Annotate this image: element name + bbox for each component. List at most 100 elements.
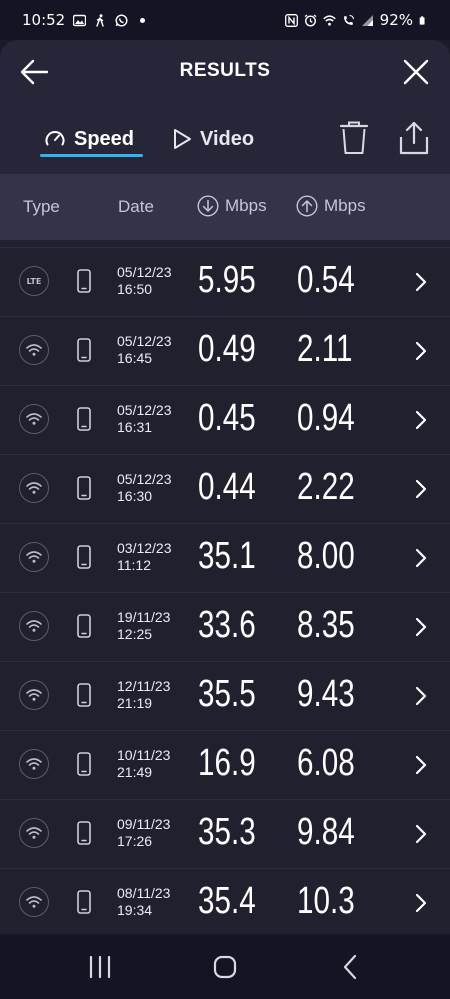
recents-icon[interactable]: [83, 950, 117, 984]
chevron-right-icon: [415, 824, 427, 844]
result-time: 16:30: [117, 488, 153, 504]
dot-icon: [140, 17, 146, 23]
tab-selected-indicator: [40, 154, 143, 157]
tab-bar: Speed Video: [0, 104, 450, 174]
tab-video[interactable]: Video: [172, 122, 254, 156]
result-datetime: 19/11/23 12:25: [117, 609, 170, 643]
download-speed: 35.1: [198, 535, 256, 577]
chevron-right-icon: [415, 272, 427, 292]
download-speed: 5.95: [198, 259, 256, 301]
upload-speed: 8.00: [297, 535, 355, 577]
result-time: 17:26: [117, 833, 153, 849]
connection-type-badge: [19, 749, 49, 779]
result-date: 05/12/23: [117, 471, 172, 487]
result-row[interactable]: 05/12/23 16:31 0.45 0.94: [0, 385, 450, 454]
lte-label: LTE: [26, 276, 42, 286]
download-speed: 0.44: [198, 466, 256, 508]
chevron-right-icon: [415, 341, 427, 361]
col-date-label: Date: [118, 197, 154, 216]
phone-icon: [77, 476, 91, 500]
wifi-icon: [26, 344, 42, 356]
upload-speed: 2.11: [297, 328, 353, 370]
result-time: 16:50: [117, 281, 153, 297]
download-arrow-icon: [197, 195, 219, 217]
result-row[interactable]: 05/12/23 16:30 0.44 2.22: [0, 454, 450, 523]
phone-icon: [77, 752, 91, 776]
connection-type-badge: [19, 473, 49, 503]
result-datetime: 03/12/23 11:12: [117, 540, 172, 574]
result-time: 21:19: [117, 695, 153, 711]
speedometer-icon: [45, 131, 65, 146]
connection-type-badge: [19, 404, 49, 434]
result-datetime: 10/11/23 21:49: [117, 747, 170, 781]
status-time: 10:52: [22, 11, 66, 29]
upload-speed: 0.54: [297, 259, 355, 301]
result-date: 19/11/23: [117, 609, 171, 625]
chevron-right-icon: [415, 410, 427, 430]
col-type-label: Type: [23, 197, 60, 216]
wifi-icon: [26, 413, 42, 425]
walk-icon: [96, 13, 104, 27]
result-row[interactable]: 10/11/23 21:49 16.9 6.08: [0, 730, 450, 799]
gallery-icon: [73, 14, 87, 26]
result-date: 12/11/23: [117, 678, 171, 694]
connection-type-badge: [19, 542, 49, 572]
results-list[interactable]: LTE 05/12/23 16:50 5.95 0.54 05/12/23 16:45 0.4…: [0, 240, 450, 934]
result-row[interactable]: 08/11/23 19:34 35.4 10.3: [0, 868, 450, 937]
phone-icon: [77, 269, 91, 293]
home-icon[interactable]: [208, 950, 242, 984]
download-speed: 33.6: [198, 604, 256, 646]
download-speed: 35.3: [198, 811, 256, 853]
wifi-icon: [26, 551, 42, 563]
download-speed: 0.45: [198, 397, 256, 439]
result-time: 16:45: [117, 350, 153, 366]
col-upload[interactable]: Mbps: [296, 195, 366, 217]
battery-icon: [419, 15, 425, 25]
download-speed: 35.4: [198, 880, 256, 922]
col-download-label: Mbps: [225, 196, 267, 215]
phone-icon: [77, 821, 91, 845]
upload-speed: 6.08: [297, 742, 355, 784]
trash-icon[interactable]: [338, 120, 370, 156]
result-datetime: 08/11/23 19:34: [117, 885, 170, 919]
result-row[interactable]: 09/11/23 17:26 35.3 9.84: [0, 799, 450, 868]
result-row[interactable]: LTE 05/12/23 16:50 5.95 0.54: [0, 247, 450, 316]
connection-type-badge: LTE: [19, 266, 49, 296]
col-download[interactable]: Mbps: [197, 195, 267, 217]
result-datetime: 05/12/23 16:50: [117, 264, 172, 298]
result-row[interactable]: 12/11/23 21:19 35.5 9.43: [0, 661, 450, 730]
page-title: RESULTS: [179, 60, 271, 81]
result-date: 08/11/23: [117, 885, 171, 901]
col-date[interactable]: Date: [118, 197, 154, 217]
download-speed: 0.49: [198, 328, 256, 370]
nav-back-icon[interactable]: [334, 950, 368, 984]
result-datetime: 05/12/23 16:30: [117, 471, 172, 505]
phone-icon: [77, 614, 91, 638]
close-icon[interactable]: [400, 56, 432, 88]
result-time: 16:31: [117, 419, 153, 435]
result-date: 09/11/23: [117, 816, 171, 832]
result-row[interactable]: 03/12/23 11:12 35.1 8.00: [0, 523, 450, 592]
col-type[interactable]: Type: [23, 197, 60, 217]
play-icon: [174, 129, 191, 149]
wifi-icon: [26, 758, 42, 770]
phone-icon: [77, 407, 91, 431]
result-row[interactable]: 05/12/23 16:45 0.49 2.11: [0, 316, 450, 385]
upload-speed: 8.35: [297, 604, 355, 646]
chevron-right-icon: [415, 548, 427, 568]
result-time: 19:34: [117, 902, 153, 918]
result-time: 12:25: [117, 626, 153, 642]
result-date: 05/12/23: [117, 402, 172, 418]
result-row[interactable]: 19/11/23 12:25 33.6 8.35: [0, 592, 450, 661]
phone-icon: [77, 890, 91, 914]
result-time: 11:12: [117, 557, 151, 573]
result-datetime: 12/11/23 21:19: [117, 678, 170, 712]
column-header: Type Date Mbps Mbps: [0, 174, 450, 240]
result-datetime: 05/12/23 16:31: [117, 402, 172, 436]
tab-speed[interactable]: Speed: [44, 122, 134, 156]
share-icon[interactable]: [398, 120, 430, 156]
connection-type-badge: [19, 818, 49, 848]
wifi-call-icon: [343, 14, 354, 25]
wifi-icon: [26, 689, 42, 701]
status-bar: 10:52 92%: [0, 0, 450, 40]
